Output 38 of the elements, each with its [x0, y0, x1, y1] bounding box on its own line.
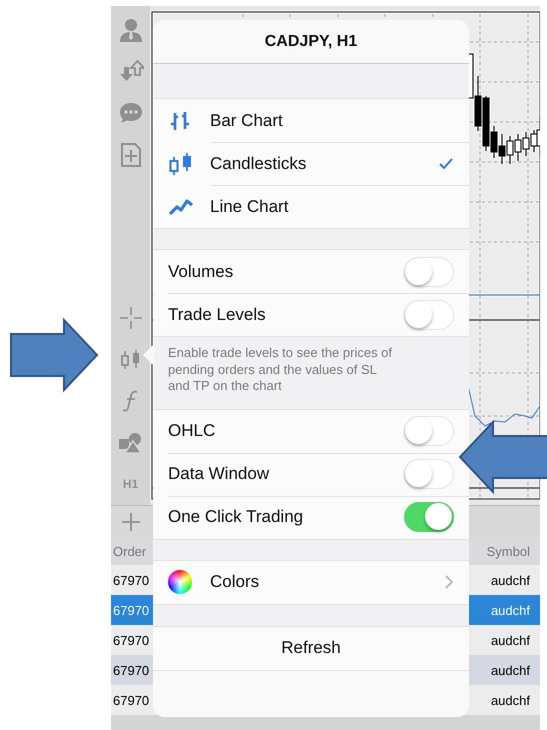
table-cell: audchf [490, 602, 530, 618]
setting-label: One Click Trading [167, 507, 304, 527]
setting-label: Volumes [167, 262, 234, 282]
refresh-button[interactable]: Refresh [153, 628, 469, 668]
setting-label: Trade Levels [167, 304, 266, 324]
candlestick-icon[interactable] [120, 348, 142, 370]
crosshair-icon[interactable] [118, 306, 142, 330]
shapes-icon[interactable] [118, 430, 144, 455]
toggle-switch[interactable] [404, 502, 454, 532]
setting-label: Data Window [167, 464, 270, 484]
color-wheel-icon [168, 570, 192, 594]
new-document-icon[interactable] [120, 142, 142, 168]
toggle-switch[interactable] [404, 416, 454, 446]
chevron-right-icon [445, 575, 453, 589]
table-cell: 67970 [113, 662, 150, 678]
add-icon[interactable] [120, 512, 140, 532]
table-cell: 67970 [113, 692, 150, 708]
function-icon[interactable] [122, 389, 140, 414]
toggle-switch[interactable] [404, 300, 454, 330]
toggle-switch[interactable] [404, 459, 454, 489]
table-cell: audchf [490, 662, 530, 678]
table-cell: 67970 [113, 632, 150, 648]
table-cell: 67970 [113, 572, 150, 588]
chart-type-option[interactable]: Bar Chart [153, 99, 469, 142]
toggle-switch[interactable] [404, 256, 454, 286]
popover-title: CADJPY, H1 [264, 32, 358, 50]
table-cell: audchf [490, 632, 530, 648]
person-icon[interactable] [118, 16, 144, 43]
setting-label: OHLC [167, 421, 216, 441]
table-cell: 67970 [113, 602, 150, 618]
hint-text: Enable trade levels to see the prices of pending orders and the values of SL and TP on the chart [153, 336, 469, 408]
line-chart-icon [168, 196, 194, 216]
colors-menu-item[interactable]: Colors [153, 560, 469, 604]
candlestick-icon [168, 152, 194, 176]
chart-type-option[interactable]: Candlesticks [153, 142, 469, 185]
table-cell: audchf [490, 692, 530, 708]
table-cell: audchf [490, 572, 530, 588]
chart-type-option[interactable]: Line Chart [153, 185, 469, 228]
